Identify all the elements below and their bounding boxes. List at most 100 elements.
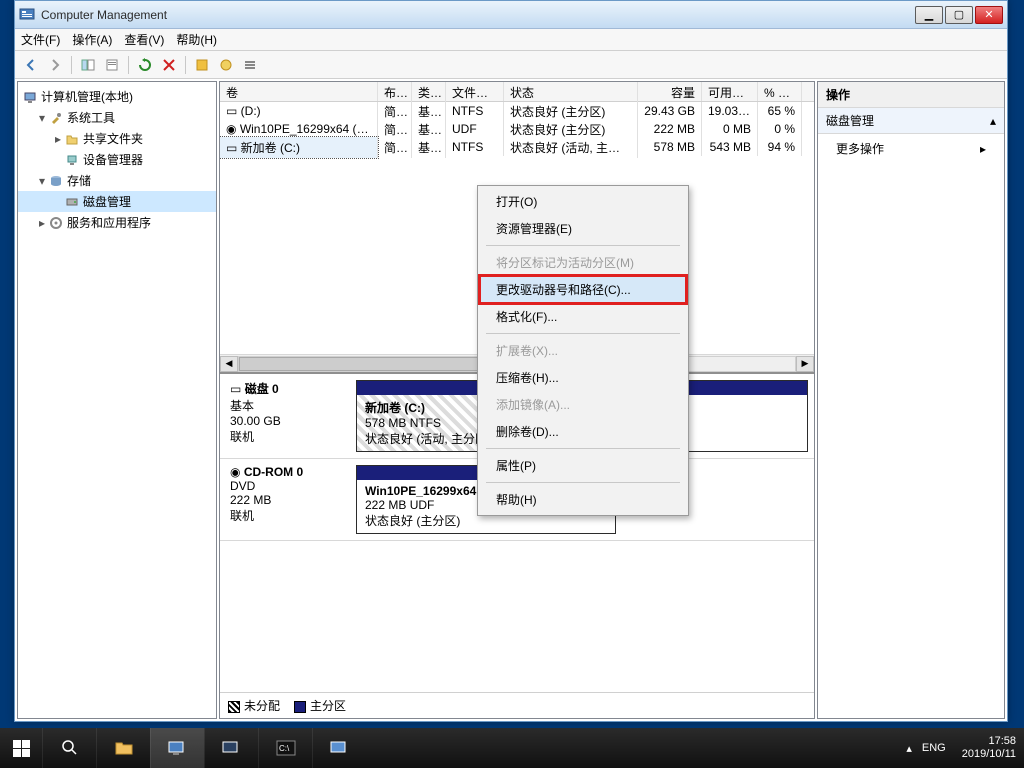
disk-type: 基本 bbox=[230, 397, 340, 414]
tree-disk-management[interactable]: 磁盘管理 bbox=[18, 191, 216, 212]
taskbar-compmgmt[interactable] bbox=[150, 728, 204, 768]
actions-section[interactable]: 磁盘管理▴ bbox=[818, 108, 1004, 134]
taskbar-search[interactable] bbox=[42, 728, 96, 768]
delete-button[interactable] bbox=[159, 55, 179, 75]
col-capacity[interactable]: 容量 bbox=[638, 82, 702, 101]
tray-chevron-up-icon[interactable]: ▴ bbox=[906, 742, 912, 755]
maximize-button[interactable] bbox=[945, 6, 973, 24]
legend-swatch-unallocated bbox=[228, 701, 240, 713]
legend-swatch-primary bbox=[294, 701, 306, 713]
help-button[interactable] bbox=[216, 55, 236, 75]
taskbar-clock[interactable]: 17:58 2019/10/11 bbox=[954, 735, 1024, 761]
volume-row[interactable]: ▭ (D:) 简单 基本 NTFS 状态良好 (主分区) 29.43 GB 19… bbox=[220, 102, 814, 120]
menu-properties[interactable]: 属性(P) bbox=[480, 452, 686, 479]
disk-icon: ▭ bbox=[230, 382, 241, 396]
menu-help[interactable]: 帮助(H) bbox=[176, 31, 217, 48]
taskbar-app3[interactable] bbox=[312, 728, 366, 768]
taskbar-explorer[interactable] bbox=[96, 728, 150, 768]
menu-shrink[interactable]: 压缩卷(H)... bbox=[480, 364, 686, 391]
forward-button[interactable] bbox=[45, 55, 65, 75]
scroll-right-button[interactable]: ▶ bbox=[796, 356, 814, 372]
legend-unallocated: 未分配 bbox=[228, 697, 280, 714]
tree-label: 设备管理器 bbox=[83, 151, 143, 168]
cell: 0 % bbox=[758, 120, 802, 138]
col-layout[interactable]: 布局 bbox=[378, 82, 412, 101]
menu-delete[interactable]: 删除卷(D)... bbox=[480, 418, 686, 445]
cell: 基本 bbox=[412, 137, 446, 158]
menu-separator bbox=[486, 448, 680, 449]
tree-system-tools[interactable]: ▾系统工具 bbox=[18, 107, 216, 128]
menu-explorer[interactable]: 资源管理器(E) bbox=[480, 215, 686, 242]
cell: 状态良好 (活动, 主分区) bbox=[504, 137, 638, 158]
vol-name: (D:) bbox=[241, 104, 261, 118]
taskbar[interactable]: C:\ ▴ ENG 17:58 2019/10/11 bbox=[0, 728, 1024, 768]
disk-state: 联机 bbox=[230, 507, 340, 524]
app-icon bbox=[19, 7, 35, 23]
tree-label: 服务和应用程序 bbox=[67, 214, 151, 231]
cell: 0 MB bbox=[702, 120, 758, 138]
clock-time: 17:58 bbox=[962, 735, 1016, 748]
context-menu: 打开(O) 资源管理器(E) 将分区标记为活动分区(M) 更改驱动器号和路径(C… bbox=[477, 185, 689, 516]
cdrom-icon: ◉ bbox=[230, 465, 240, 479]
menu-separator bbox=[486, 245, 680, 246]
titlebar[interactable]: Computer Management bbox=[15, 1, 1007, 29]
action-button[interactable] bbox=[192, 55, 212, 75]
menu-file[interactable]: 文件(F) bbox=[21, 31, 60, 48]
toolbar-separator bbox=[71, 56, 72, 74]
menu-action[interactable]: 操作(A) bbox=[72, 31, 112, 48]
tree-storage[interactable]: ▾存储 bbox=[18, 170, 216, 191]
collapse-icon[interactable]: ▾ bbox=[36, 111, 48, 125]
tree-shared-folders[interactable]: ▸共享文件夹 bbox=[18, 128, 216, 149]
volume-row-selected[interactable]: ▭ 新加卷 (C:) 简单 基本 NTFS 状态良好 (活动, 主分区) 578… bbox=[220, 138, 814, 156]
col-status[interactable]: 状态 bbox=[504, 82, 638, 101]
minimize-button[interactable] bbox=[915, 6, 943, 24]
tray-lang[interactable]: ENG bbox=[922, 742, 946, 754]
show-hide-tree-button[interactable] bbox=[78, 55, 98, 75]
refresh-button[interactable] bbox=[135, 55, 155, 75]
cell: 578 MB bbox=[638, 138, 702, 156]
back-button[interactable] bbox=[21, 55, 41, 75]
expand-icon[interactable]: ▸ bbox=[52, 132, 64, 146]
tree-services-apps[interactable]: ▸ 服务和应用程序 bbox=[18, 212, 216, 233]
taskbar-app2[interactable] bbox=[204, 728, 258, 768]
disc-icon: ◉ bbox=[226, 122, 240, 136]
menu-change-drive-letter[interactable]: 更改驱动器号和路径(C)... bbox=[480, 276, 686, 303]
legend-primary: 主分区 bbox=[294, 697, 346, 714]
menu-help[interactable]: 帮助(H) bbox=[480, 486, 686, 513]
taskbar-cmd[interactable]: C:\ bbox=[258, 728, 312, 768]
volume-row[interactable]: ◉ Win10PE_16299x64 (F:) 简单 基本 UDF 状态良好 (… bbox=[220, 120, 814, 138]
col-free[interactable]: 可用空间 bbox=[702, 82, 758, 101]
col-pct[interactable]: % 可用 bbox=[758, 82, 802, 101]
tree-pane[interactable]: 计算机管理(本地) ▾系统工具 ▸共享文件夹 设备管理器 ▾存储 磁盘管理 ▸ 服… bbox=[17, 81, 217, 719]
col-fs[interactable]: 文件系统 bbox=[446, 82, 504, 101]
tree-root[interactable]: 计算机管理(本地) bbox=[18, 86, 216, 107]
actions-more[interactable]: 更多操作▸ bbox=[818, 134, 1004, 163]
disk-name: CD-ROM 0 bbox=[244, 465, 303, 479]
col-volume[interactable]: 卷 bbox=[220, 82, 378, 101]
volume-header[interactable]: 卷 布局 类型 文件系统 状态 容量 可用空间 % 可用 bbox=[220, 82, 814, 102]
toolbar-separator bbox=[185, 56, 186, 74]
menu-open[interactable]: 打开(O) bbox=[480, 188, 686, 215]
start-button[interactable] bbox=[0, 728, 42, 768]
cell: UDF bbox=[446, 120, 504, 138]
menubar: 文件(F) 操作(A) 查看(V) 帮助(H) bbox=[15, 29, 1007, 51]
properties-button[interactable] bbox=[102, 55, 122, 75]
tree-device-manager[interactable]: 设备管理器 bbox=[18, 149, 216, 170]
list-button[interactable] bbox=[240, 55, 260, 75]
expand-icon[interactable]: ▸ bbox=[36, 216, 48, 230]
close-button[interactable] bbox=[975, 6, 1003, 24]
col-type[interactable]: 类型 bbox=[412, 82, 446, 101]
disk-size: 30.00 GB bbox=[230, 414, 340, 428]
disk-label: ◉ CD-ROM 0 DVD 222 MB 联机 bbox=[220, 459, 350, 540]
system-tray[interactable]: ▴ ENG bbox=[898, 742, 953, 755]
vol-name: Win10PE_16299x64 (F:) bbox=[240, 122, 371, 136]
services-icon bbox=[48, 215, 64, 231]
scroll-left-button[interactable]: ◀ bbox=[220, 356, 238, 372]
menu-separator bbox=[486, 333, 680, 334]
menu-view[interactable]: 查看(V) bbox=[124, 31, 164, 48]
tools-icon bbox=[48, 110, 64, 126]
collapse-icon[interactable]: ▾ bbox=[36, 174, 48, 188]
menu-format[interactable]: 格式化(F)... bbox=[480, 303, 686, 330]
computer-icon bbox=[22, 89, 38, 105]
drive-icon: ▭ bbox=[226, 141, 241, 155]
